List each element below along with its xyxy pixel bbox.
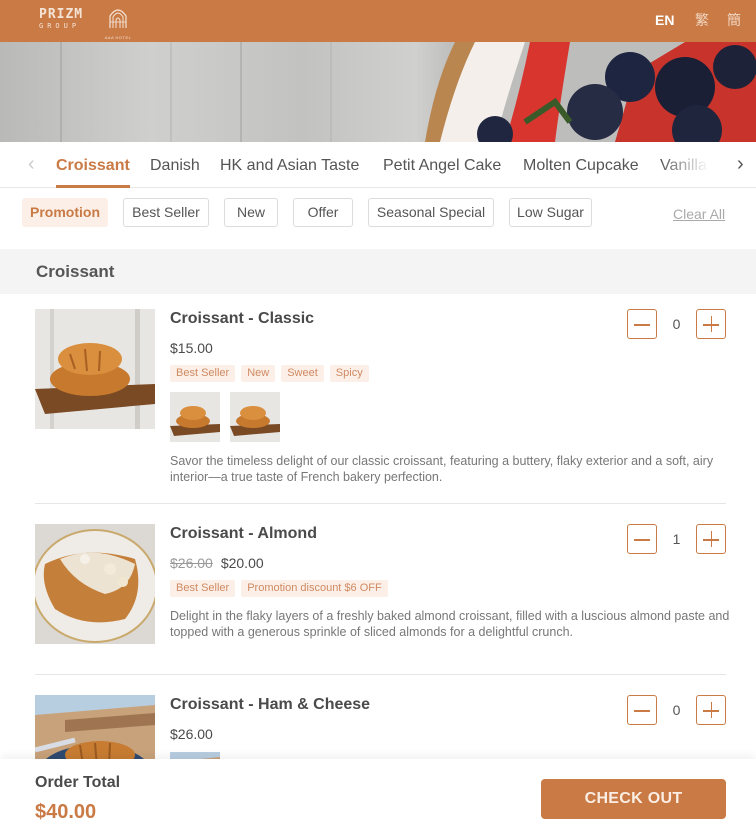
current-price: $15.00 bbox=[170, 340, 213, 356]
quantity-stepper: 0 bbox=[627, 309, 727, 339]
filter-chip-low-sugar[interactable]: Low Sugar bbox=[509, 198, 592, 227]
scroll-right-chevron-icon[interactable]: › bbox=[737, 154, 744, 174]
divider bbox=[35, 674, 726, 675]
tag-promotion-discount: Promotion discount $6 OFF bbox=[241, 580, 388, 597]
order-total-value: $40.00 bbox=[35, 801, 97, 823]
filter-chip-best-seller[interactable]: Best Seller bbox=[123, 198, 209, 227]
tab-hk-and-asian-taste[interactable]: HK and Asian Taste bbox=[220, 157, 359, 175]
tag-sweet: Sweet bbox=[281, 365, 324, 382]
order-total-label: Order Total bbox=[35, 774, 121, 791]
product-price: $26.00 $20.00 bbox=[170, 555, 264, 571]
quantity-stepper: 1 bbox=[627, 524, 727, 554]
prizm-group-logo[interactable]: PRIZM GROUP bbox=[39, 8, 89, 34]
filter-chip-promotion[interactable]: Promotion bbox=[22, 198, 108, 227]
tag-best-seller: Best Seller bbox=[170, 365, 236, 382]
product-thumbnail[interactable] bbox=[230, 392, 280, 442]
arch-logo-icon bbox=[109, 9, 127, 28]
quantity-value: 0 bbox=[672, 316, 681, 332]
increase-quantity-button[interactable] bbox=[696, 309, 726, 339]
logo-wordmark: PRIZM bbox=[39, 7, 84, 22]
product-thumbnails bbox=[170, 392, 280, 442]
tab-petit-angel-cake[interactable]: Petit Angel Cake bbox=[383, 157, 501, 175]
filter-chip-offer[interactable]: Offer bbox=[293, 198, 353, 227]
tag-best-seller: Best Seller bbox=[170, 580, 236, 597]
decrease-quantity-button[interactable] bbox=[627, 695, 657, 725]
product-tags: Best Seller New Sweet Spicy bbox=[170, 365, 369, 382]
clear-all-filters-link[interactable]: Clear All bbox=[673, 206, 725, 222]
product-price: $15.00 bbox=[170, 340, 213, 356]
checkout-button[interactable]: CHECK OUT bbox=[541, 779, 726, 819]
croissant-classic-photo bbox=[35, 309, 155, 429]
product-name[interactable]: Croissant - Almond bbox=[170, 525, 317, 543]
top-header: PRIZM GROUP AAA HOTEL EN 繁 簡 bbox=[0, 0, 756, 42]
section-title: Croissant bbox=[36, 262, 115, 281]
lang-traditional-chinese[interactable]: 繁 bbox=[695, 12, 709, 28]
product-tags: Best Seller Promotion discount $6 OFF bbox=[170, 580, 388, 597]
hotel-caption: AAA HOTEL bbox=[104, 35, 132, 40]
increase-quantity-button[interactable] bbox=[696, 524, 726, 554]
product-image[interactable] bbox=[35, 309, 155, 429]
current-price: $26.00 bbox=[170, 726, 213, 742]
product-price: $26.00 bbox=[170, 726, 213, 742]
category-tab-bar: ‹ Croissant Danish HK and Asian Taste Pe… bbox=[0, 142, 756, 188]
hero-banner bbox=[0, 42, 756, 142]
logo-subtitle: GROUP bbox=[39, 22, 81, 30]
quantity-value: 1 bbox=[672, 531, 681, 547]
quantity-value: 0 bbox=[672, 702, 681, 718]
original-price: $26.00 bbox=[170, 555, 213, 571]
quantity-stepper: 0 bbox=[627, 695, 727, 725]
decrease-quantity-button[interactable] bbox=[627, 309, 657, 339]
product-description: Savor the timeless delight of our classi… bbox=[170, 454, 714, 484]
tab-danish[interactable]: Danish bbox=[150, 157, 200, 175]
tab-molten-cupcake[interactable]: Molten Cupcake bbox=[523, 157, 639, 175]
scroll-left-chevron-icon[interactable]: ‹ bbox=[28, 154, 35, 174]
product-image[interactable] bbox=[35, 524, 155, 644]
product-description: Delight in the flaky layers of a freshly… bbox=[170, 609, 730, 639]
berry-tart-image bbox=[425, 42, 756, 142]
tag-new: New bbox=[241, 365, 276, 382]
current-price: $20.00 bbox=[220, 555, 264, 571]
lang-simplified-chinese[interactable]: 簡 bbox=[727, 12, 741, 28]
tag-spicy: Spicy bbox=[329, 365, 369, 382]
filter-chip-seasonal-special[interactable]: Seasonal Special bbox=[368, 198, 494, 227]
active-tab-indicator bbox=[56, 185, 130, 188]
lang-en[interactable]: EN bbox=[655, 12, 674, 28]
croissant-almond-photo bbox=[35, 524, 155, 644]
decrease-quantity-button[interactable] bbox=[627, 524, 657, 554]
product-name[interactable]: Croissant - Ham & Cheese bbox=[170, 696, 370, 714]
increase-quantity-button[interactable] bbox=[696, 695, 726, 725]
product-name[interactable]: Croissant - Classic bbox=[170, 310, 314, 328]
order-footer: Order Total $40.00 CHECK OUT bbox=[0, 759, 756, 829]
hotel-logo[interactable]: AAA HOTEL bbox=[104, 6, 132, 40]
product-thumbnail[interactable] bbox=[170, 392, 220, 442]
section-header: Croissant bbox=[0, 249, 756, 294]
tab-croissant[interactable]: Croissant bbox=[56, 157, 130, 175]
divider bbox=[35, 503, 726, 504]
filter-chip-new[interactable]: New bbox=[224, 198, 278, 227]
